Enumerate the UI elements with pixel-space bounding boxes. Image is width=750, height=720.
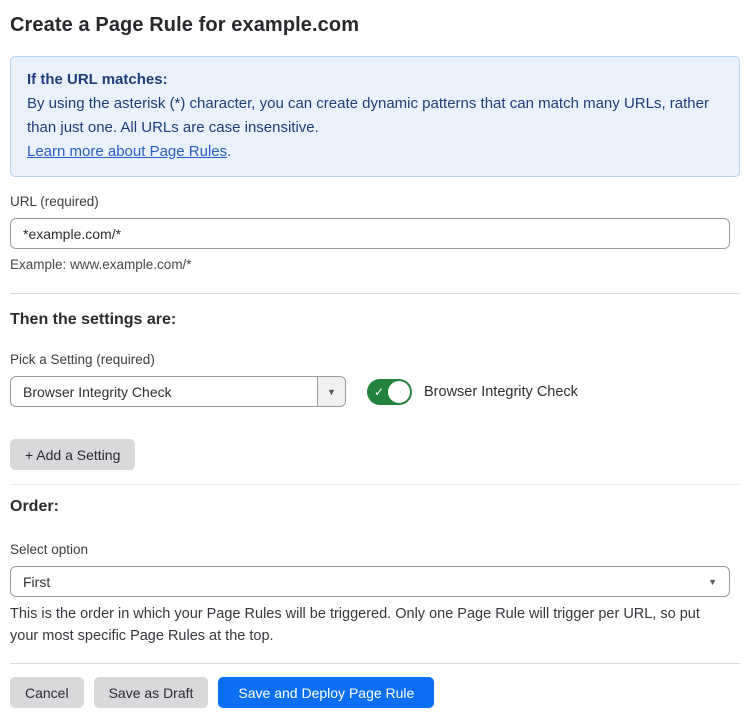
footer-actions: Cancel Save as Draft Save and Deploy Pag… bbox=[10, 677, 740, 708]
url-field-label: URL (required) bbox=[10, 194, 740, 209]
divider bbox=[10, 293, 740, 294]
info-box-body: By using the asterisk (*) character, you… bbox=[27, 92, 723, 140]
chevron-down-icon: ▼ bbox=[327, 387, 336, 397]
url-example-text: Example: www.example.com/* bbox=[10, 257, 740, 272]
setting-select-arrow-button[interactable]: ▼ bbox=[317, 377, 345, 406]
order-section-heading: Order: bbox=[10, 498, 740, 516]
url-match-info-box: If the URL matches: By using the asteris… bbox=[10, 56, 740, 177]
toggle-label: Browser Integrity Check bbox=[424, 384, 578, 400]
add-setting-button[interactable]: + Add a Setting bbox=[10, 439, 135, 470]
create-page-rule-form: Create a Page Rule for example.com If th… bbox=[0, 0, 750, 708]
setting-select-value: Browser Integrity Check bbox=[11, 384, 317, 400]
settings-section-heading: Then the settings are: bbox=[10, 311, 740, 329]
info-box-heading: If the URL matches: bbox=[27, 68, 723, 92]
pick-setting-label: Pick a Setting (required) bbox=[10, 352, 740, 367]
order-help-text: This is the order in which your Page Rul… bbox=[10, 603, 732, 647]
setting-select[interactable]: Browser Integrity Check ▼ bbox=[10, 376, 346, 407]
cancel-button[interactable]: Cancel bbox=[10, 677, 84, 708]
page-title: Create a Page Rule for example.com bbox=[10, 14, 740, 37]
save-deploy-button[interactable]: Save and Deploy Page Rule bbox=[218, 677, 434, 708]
info-box-link-row: Learn more about Page Rules. bbox=[27, 140, 723, 164]
learn-more-link[interactable]: Learn more about Page Rules bbox=[27, 143, 227, 160]
divider-light bbox=[10, 484, 740, 485]
link-suffix: . bbox=[227, 143, 231, 160]
order-select-value: First bbox=[23, 574, 50, 590]
toggle-knob bbox=[388, 381, 410, 403]
chevron-down-icon: ▼ bbox=[708, 577, 717, 587]
url-input[interactable] bbox=[10, 218, 730, 249]
toggle-check-icon: ✓ bbox=[374, 385, 384, 399]
order-select[interactable]: First ▼ bbox=[10, 566, 730, 597]
save-draft-button[interactable]: Save as Draft bbox=[94, 677, 209, 708]
setting-row: Browser Integrity Check ▼ ✓ Browser Inte… bbox=[10, 376, 740, 407]
browser-integrity-toggle[interactable]: ✓ bbox=[367, 379, 412, 405]
order-select-label: Select option bbox=[10, 542, 740, 557]
divider bbox=[10, 663, 740, 664]
